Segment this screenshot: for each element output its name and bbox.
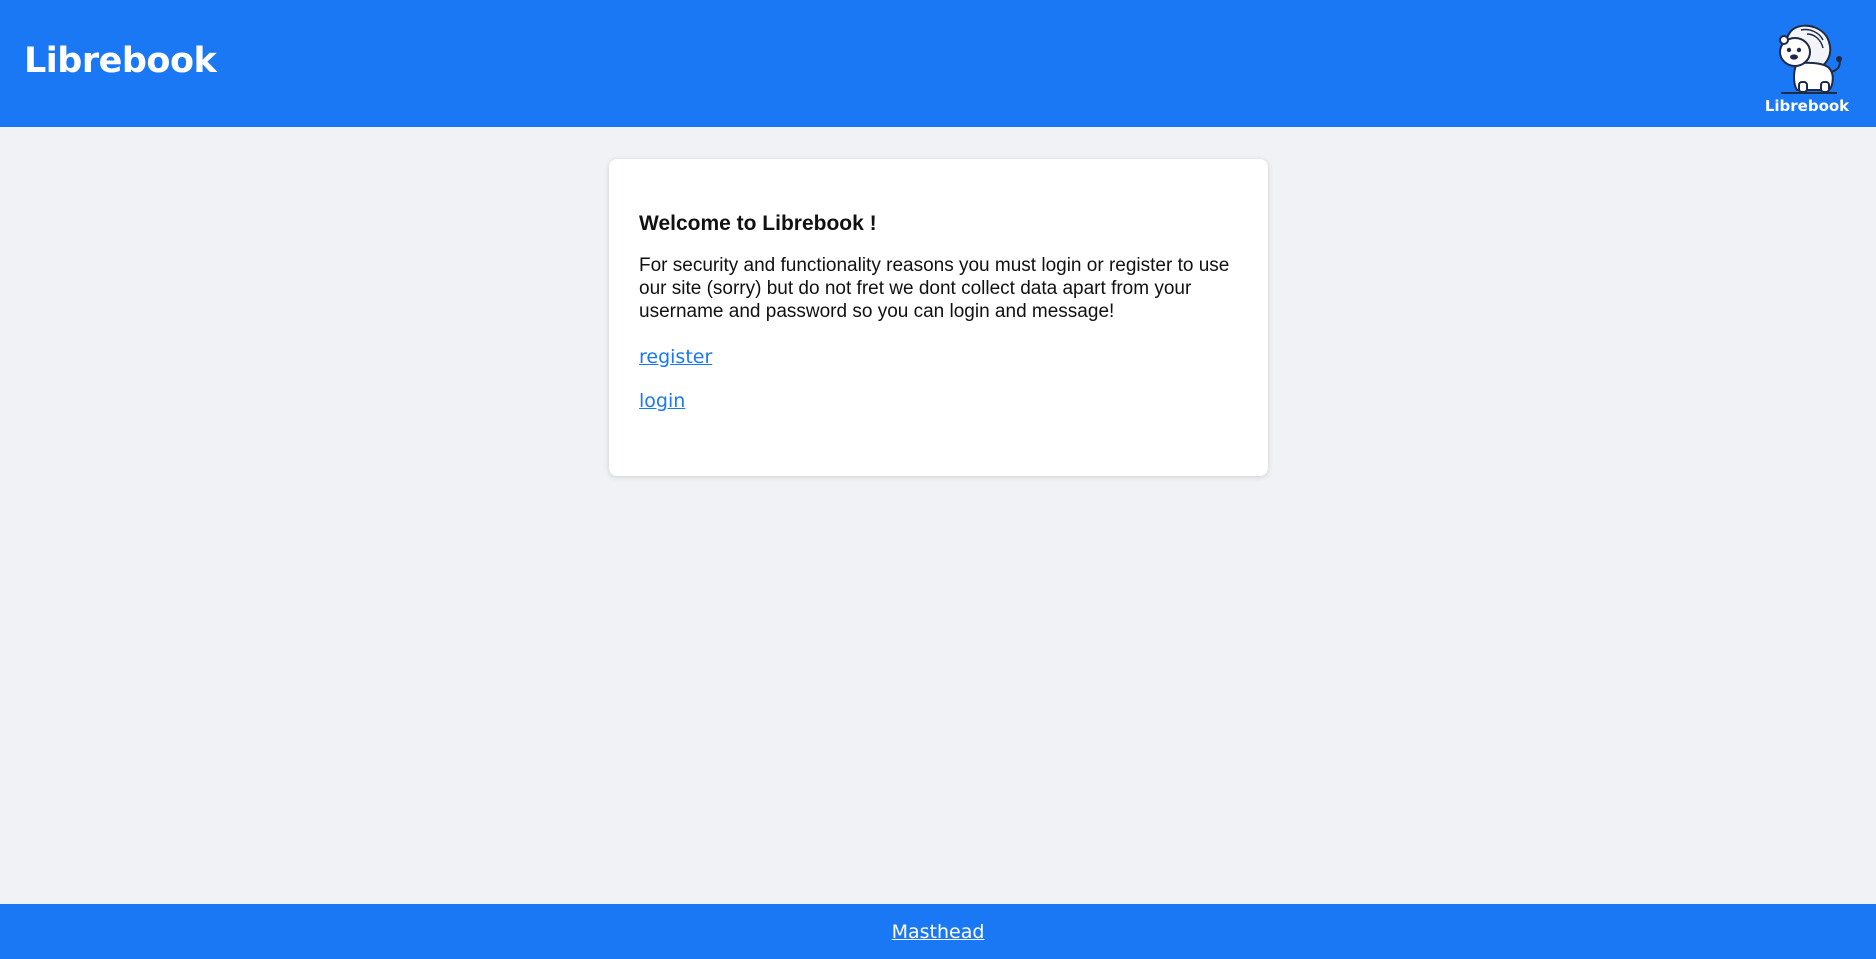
lion-mascot-icon	[1779, 24, 1842, 94]
site-header: Librebook Librebook	[0, 0, 1876, 127]
login-link[interactable]: login	[639, 390, 685, 412]
register-link[interactable]: register	[639, 346, 712, 368]
site-footer: Masthead	[0, 904, 1876, 959]
welcome-heading: Welcome to Librebook !	[639, 212, 877, 235]
welcome-card: Welcome to Librebook ! For security and …	[609, 159, 1268, 476]
site-title: Librebook	[24, 41, 217, 81]
logo[interactable]: Librebook	[1764, 24, 1850, 119]
masthead-link[interactable]: Masthead	[892, 921, 985, 943]
logo-text: Librebook	[1764, 97, 1850, 115]
welcome-message: For security and functionality reasons y…	[639, 255, 1230, 323]
